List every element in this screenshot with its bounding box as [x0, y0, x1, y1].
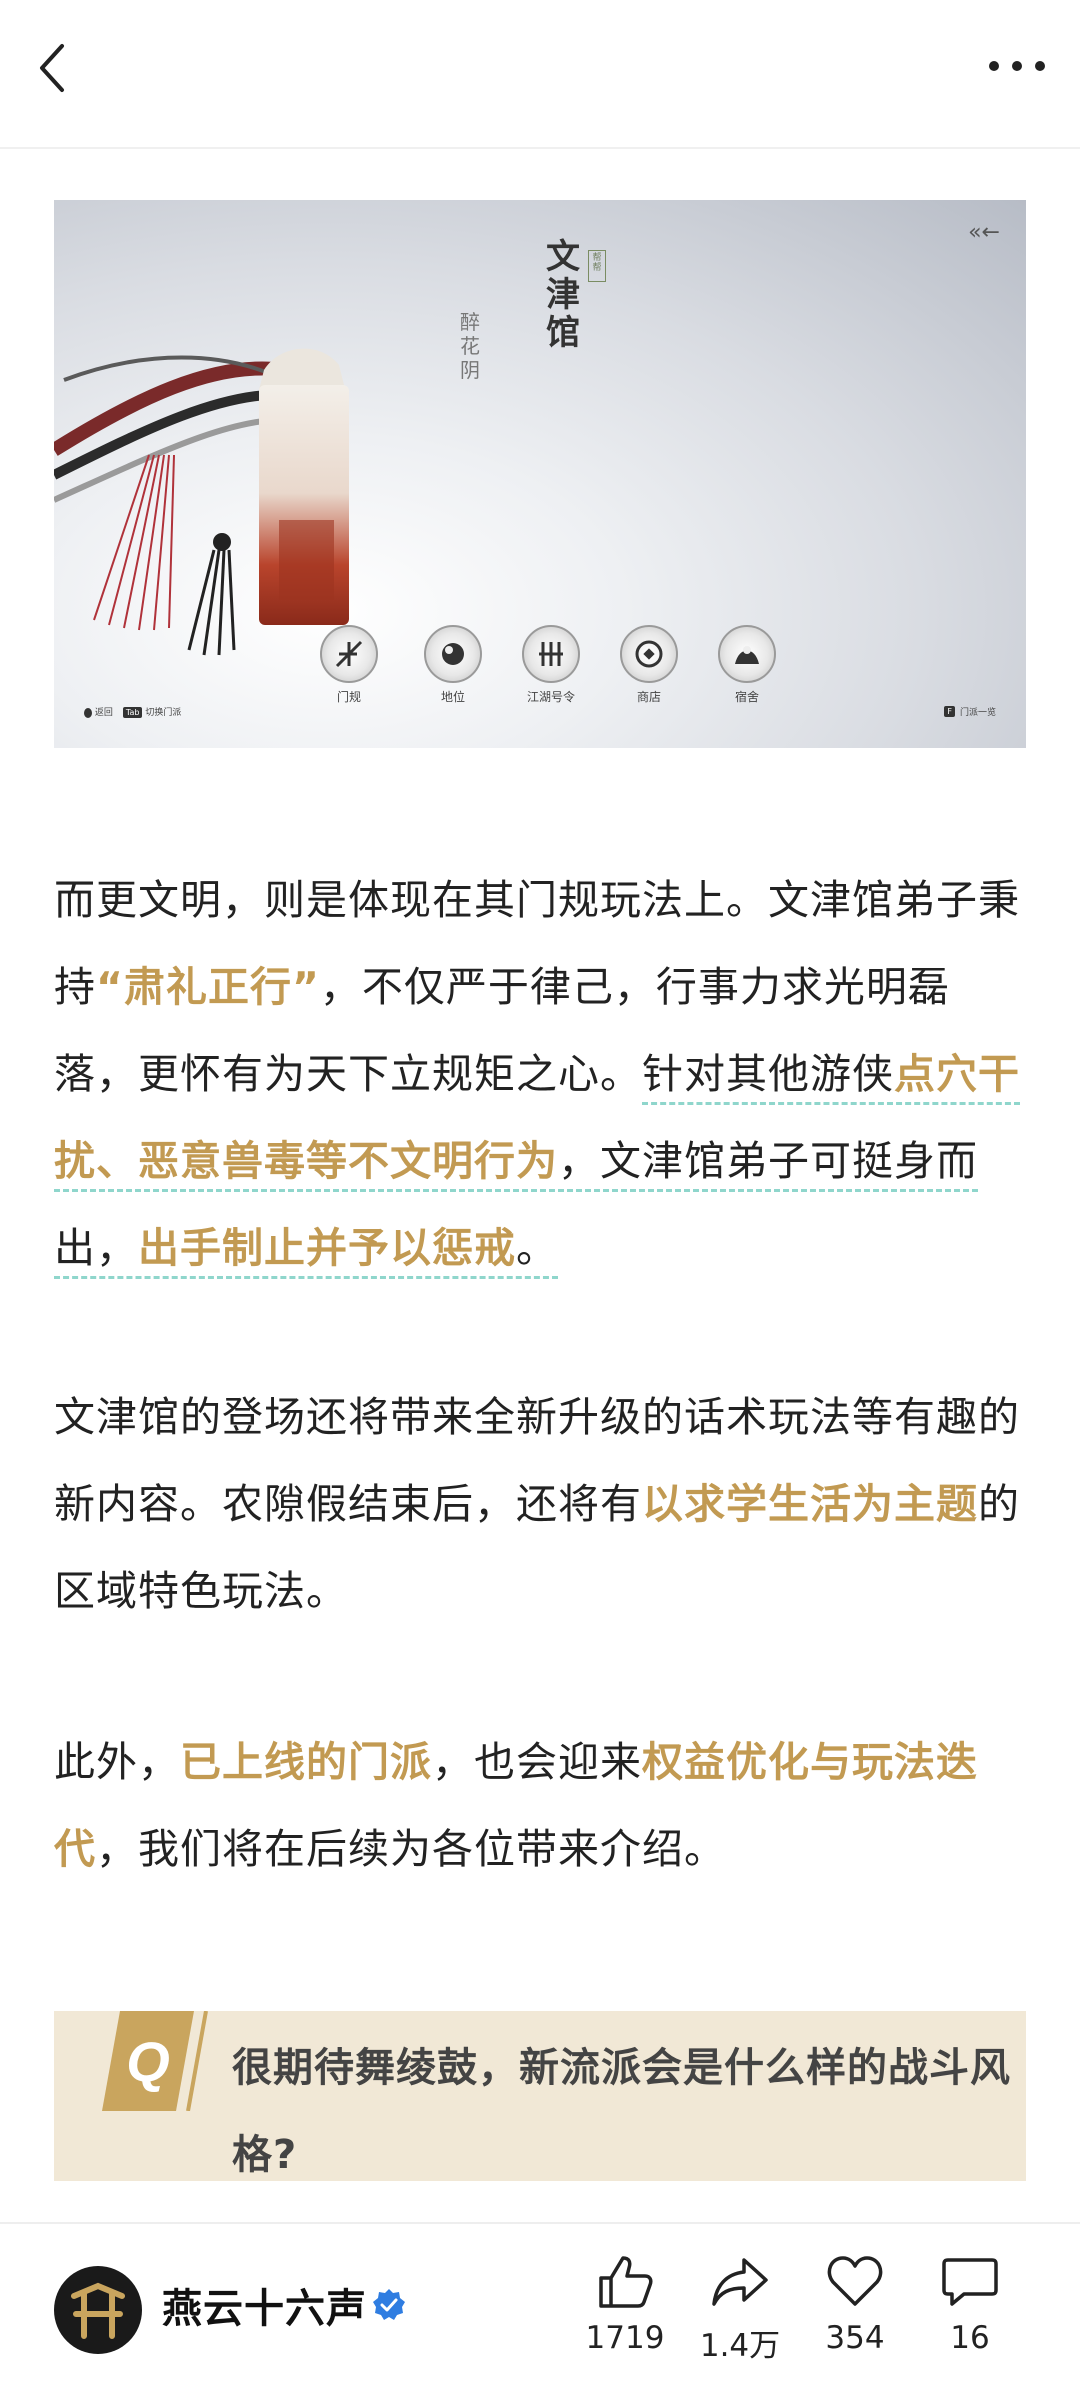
highlight-span: 以求学生活为主题: [642, 1480, 978, 1528]
top-bar: [0, 0, 1080, 149]
verified-badge-icon: [372, 2288, 406, 2322]
banner-nav-status[interactable]: 地位: [408, 625, 498, 705]
question-text: 很期待舞绫鼓，新流派会是什么样的战斗风格?: [232, 2045, 1011, 2178]
banner-nav-orders[interactable]: 江湖号令: [506, 625, 596, 705]
banner-nav-shop[interactable]: 商店: [604, 625, 694, 705]
like-count: 1719: [585, 2320, 665, 2356]
banner-calligraphy: 醉花阴: [460, 310, 480, 382]
banner-nav-label: 门规: [336, 690, 361, 704]
banner-nav-rules[interactable]: 门规: [304, 625, 394, 705]
shop-coin-icon: [620, 625, 678, 683]
tab-keycap: Tab: [122, 707, 143, 718]
banner-tag: 帮帮: [588, 250, 606, 282]
q-badge-letter: Q: [126, 2030, 170, 2093]
author-avatar[interactable]: [54, 2266, 142, 2354]
back-control[interactable]: 返回: [84, 705, 113, 718]
favorite-count: 354: [825, 2320, 885, 2356]
back-control-label: 返回: [94, 708, 113, 718]
bottom-action-bar: 燕云十六声 1719 1.4万 354 16: [0, 2222, 1080, 2387]
text-span: 针对其他游侠: [642, 1050, 894, 1098]
switch-sect-control[interactable]: Tab 切换门派: [122, 705, 182, 718]
orders-icon: [522, 625, 580, 683]
dorm-icon: [718, 625, 776, 683]
thumbs-up-icon: [599, 2256, 653, 2308]
banner-title: 文津馆: [546, 237, 580, 353]
highlight-span: 出手制止并予以惩戒: [138, 1224, 516, 1272]
status-icon: [424, 625, 482, 683]
comment-button[interactable]: 16: [925, 2254, 1015, 2356]
sect-overview-control[interactable]: F 门派一览: [944, 705, 996, 718]
comment-bubble-icon: [942, 2258, 998, 2306]
sect-overview-label: 门派一览: [959, 708, 996, 718]
switch-sect-label: 切换门派: [145, 708, 182, 718]
rules-icon: [320, 625, 378, 683]
article-paragraph-3: 此外，已上线的门派，也会迎来权益优化与玩法迭代，我们将在后续为各位带来介绍。: [54, 1719, 1026, 1893]
banner-nav-label: 商店: [636, 690, 661, 704]
share-arrow-icon: [712, 2258, 768, 2306]
game-screenshot-image: «← 文津馆 帮帮 醉花阴 门规 地位 江湖号令 商店 宿舍 返回 Tab 切换…: [54, 200, 1026, 748]
text-span: ，我们将在后续为各位带来介绍。: [96, 1825, 726, 1873]
banner-nav-label: 地位: [440, 690, 465, 704]
question-box: Q 很期待舞绫鼓，新流派会是什么样的战斗风格?: [54, 2010, 1026, 2181]
highlight-span: 已上线的门派: [180, 1738, 432, 1786]
article-paragraph-2: 文津馆的登场还将带来全新升级的话术玩法等有趣的新内容。农隙假结束后，还将有以求学…: [54, 1374, 1026, 1635]
comment-count: 16: [950, 2320, 990, 2356]
like-button[interactable]: 1719: [580, 2254, 670, 2356]
f-keycap: F: [944, 706, 955, 717]
share-count: 1.4万: [699, 2328, 781, 2364]
heart-icon: [827, 2256, 883, 2306]
banner-bottom-left-controls: 返回 Tab 切换门派: [84, 705, 181, 718]
back-arrow-icon[interactable]: [28, 36, 88, 96]
banner-nav-label: 宿舍: [734, 690, 759, 704]
text-span: 。: [516, 1224, 558, 1272]
favorite-button[interactable]: 354: [810, 2254, 900, 2356]
banner-nav-label: 江湖号令: [526, 690, 575, 704]
text-span: 此外，: [54, 1738, 180, 1786]
banner-nav-dorm[interactable]: 宿舍: [702, 625, 792, 705]
collapse-arrows-icon[interactable]: «←: [968, 220, 1000, 245]
author-name[interactable]: 燕云十六声: [162, 2276, 367, 2334]
article-paragraph-1: 而更文明，则是体现在其门规玩法上。文津馆弟子秉持“肃礼正行”，不仅严于律己，行事…: [54, 857, 1026, 1292]
q-badge: Q: [102, 2010, 212, 2112]
highlight-span: “肃礼正行”: [96, 963, 320, 1011]
more-options-icon[interactable]: [982, 36, 1052, 96]
text-span: ，也会迎来: [432, 1738, 642, 1786]
share-button[interactable]: 1.4万: [695, 2254, 785, 2365]
